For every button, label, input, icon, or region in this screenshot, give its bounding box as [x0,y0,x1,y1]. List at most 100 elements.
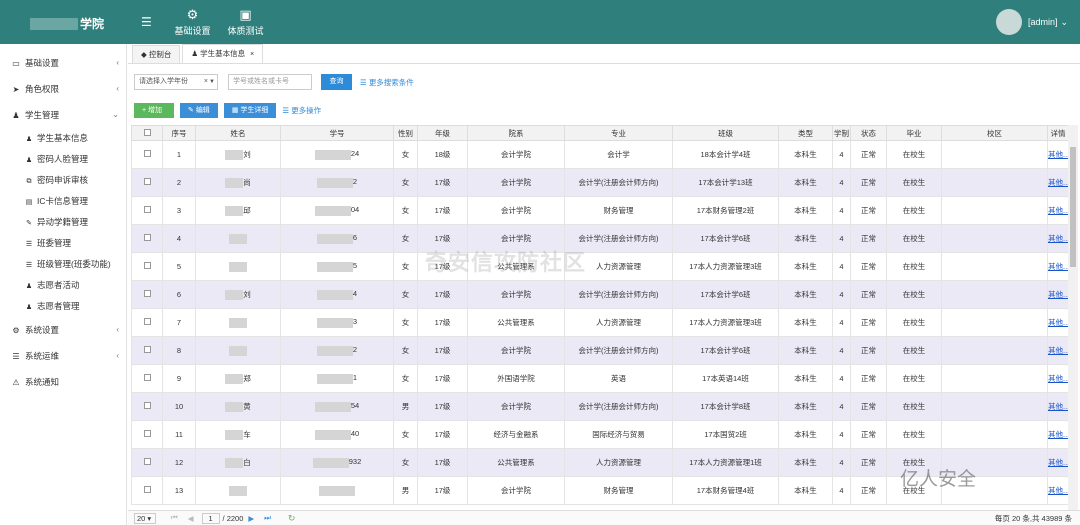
column-header[interactable]: 学号 [280,125,394,141]
column-header[interactable]: 班级 [672,125,779,141]
sidebar-item-basic-settings[interactable]: ▭ 基础设置 ‹ [0,50,126,76]
sidebar-item-student-mgmt[interactable]: ♟ 学生管理 ⌄ [0,102,126,128]
detail-link[interactable]: 其他... [1049,374,1068,383]
row-checkbox[interactable] [131,168,163,197]
cell-detail[interactable]: 其他... [1047,224,1069,253]
row-checkbox[interactable] [131,392,163,421]
cell-detail[interactable]: 其他... [1047,196,1069,225]
detail-link[interactable]: 其他... [1049,430,1068,439]
detail-link[interactable]: 其他... [1049,178,1068,187]
scrollbar-thumb[interactable] [1070,147,1076,267]
cell-detail[interactable]: 其他... [1047,448,1069,477]
clear-icon[interactable]: × [204,75,208,89]
table-row[interactable]: 12 白 932 女 17级 公共管理系 人力资源管理 17本人力资源管理1班 本科生 4 正常 在校… [131,448,1069,477]
detail-link[interactable]: 其他... [1049,402,1068,411]
close-icon[interactable]: × [250,51,254,58]
table-row[interactable]: 2 尚 2 女 17级 会计学院 会计学(注册会计师方向) 17本会计学13班 本科生 4 正常 在校… [131,168,1069,197]
cell-detail[interactable]: 其他... [1047,280,1069,309]
last-page-icon[interactable]: ⏭ [264,513,271,523]
sidebar-item-roles[interactable]: ➤ 角色权限 ‹ [0,76,126,102]
table-row[interactable]: 11 车 40 女 17级 经济与金融系 国际经济与贸易 17本国贸2班 本科生 4 正常 在校生 其他… [131,420,1069,449]
column-header[interactable]: 院系 [467,125,565,141]
cell-detail[interactable]: 其他... [1047,336,1069,365]
table-row[interactable]: 1 刘 24 女 18级 会计学院 会计学 18本会计学4班 本科生 4 正常 在校生 其他... [131,140,1069,169]
page-size-select[interactable]: 20 ▾ [134,512,156,524]
detail-link[interactable]: 其他... [1049,150,1068,159]
more-search-link[interactable]: ☰ 更多搜索条件 [360,77,414,88]
cell-detail[interactable]: 其他... [1047,392,1069,421]
sidebar-item-system-settings[interactable]: ⚙ 系统设置 ‹ [0,317,126,343]
sidebar-sub-class-committee[interactable]: ☰ 班委管理 [0,233,126,254]
cell-detail[interactable]: 其他... [1047,252,1069,281]
column-header[interactable]: 姓名 [195,125,281,141]
sidebar-item-system-ops[interactable]: ☰ 系统运维 ‹ [0,343,126,369]
page-input[interactable]: 1 [201,512,220,524]
sidebar-sub-ic-card[interactable]: ▤ IC卡信息管理 [0,191,126,212]
sidebar-sub-password-face[interactable]: ♟ 密码人脸管理 [0,149,126,170]
cell-detail[interactable]: 其他... [1047,140,1069,169]
sidebar-sub-student-info[interactable]: ♟ 学生基本信息 [0,128,126,149]
table-row[interactable]: 13 男 17级 会计学院 财务管理 17本财务管理4班 本科生 4 正常 在校生 其他... [131,476,1069,505]
nav-basic-settings[interactable]: ⚙ 基础设置 [166,8,219,37]
table-row[interactable]: 9 郑 1 女 17级 外国语学院 英语 17本英语14班 本科生 4 正常 在校生 其他... [131,364,1069,393]
refresh-icon[interactable]: ↻ [288,513,296,524]
add-button[interactable]: + 增加 [134,103,174,118]
row-checkbox[interactable] [131,364,163,393]
column-header[interactable]: 毕业 [886,125,942,141]
row-checkbox[interactable] [131,280,163,309]
table-row[interactable]: 7 3 女 17级 公共管理系 人力资源管理 17本人力资源管理3班 本科生 4 正常 在校生 其他.… [131,308,1069,337]
column-header[interactable]: 类型 [778,125,833,141]
nav-fitness-test[interactable]: ▣ 体质测试 [219,8,272,37]
table-row[interactable]: 8 2 女 17级 会计学院 会计学(注册会计师方向) 17本会计学6班 本科生 4 正常 在校生 其… [131,336,1069,365]
detail-link[interactable]: 其他... [1049,290,1068,299]
cell-detail[interactable]: 其他... [1047,420,1069,449]
table-row[interactable]: 10 黄 54 男 17级 会计学院 会计学(注册会计师方向) 17本会计学8班 本科生 4 正常 在… [131,392,1069,421]
detail-link[interactable]: 其他... [1049,234,1068,243]
column-header[interactable]: 年级 [417,125,468,141]
sidebar-sub-status-change[interactable]: ✎ 异动学籍管理 [0,212,126,233]
table-row[interactable]: 5 5 女 17级 公共管理系 人力资源管理 17本人力资源管理3班 本科生 4 正常 在校生 其他.… [131,252,1069,281]
column-header[interactable]: 性别 [393,125,418,141]
tab-dashboard[interactable]: ◆ 控制台 [132,45,181,63]
detail-link[interactable]: 其他... [1049,346,1068,355]
row-checkbox[interactable] [131,224,163,253]
user-menu[interactable]: [admin] ⌄ [995,9,1068,35]
column-header[interactable]: 状态 [850,125,887,141]
more-ops-link[interactable]: ☰ 更多操作 [282,105,321,116]
row-checkbox[interactable] [131,140,163,169]
row-checkbox[interactable] [131,336,163,365]
table-row[interactable]: 4 6 女 17级 会计学院 会计学(注册会计师方向) 17本会计学6班 本科生 4 正常 在校生 其… [131,224,1069,253]
tab-student-info[interactable]: ♟ 学生基本信息 × [182,44,264,63]
scrollbar[interactable] [1068,125,1078,510]
row-checkbox[interactable] [131,476,163,505]
detail-link[interactable]: 其他... [1049,458,1068,467]
menu-icon[interactable]: ☰ [141,15,152,29]
detail-link[interactable]: 其他... [1049,318,1068,327]
cell-detail[interactable]: 其他... [1047,476,1069,505]
sidebar-sub-volunteer-mgmt[interactable]: ♟ 志愿者管理 [0,296,126,317]
row-checkbox[interactable] [131,448,163,477]
column-header[interactable]: 学制 [832,125,851,141]
table-row[interactable]: 3 邱 04 女 17级 会计学院 财务管理 17本财务管理2班 本科生 4 正常 在校生 其他... [131,196,1069,225]
year-select[interactable]: 请选择入学年份 × ▼ [134,74,218,90]
detail-button[interactable]: ▦ 学生详细 [223,103,277,118]
query-button[interactable]: 查询 [321,74,352,90]
table-row[interactable]: 6 刘 4 女 17级 会计学院 会计学(注册会计师方向) 17本会计学6班 本科生 4 正常 在校生… [131,280,1069,309]
edit-button[interactable]: ✎ 编辑 [180,103,218,118]
row-checkbox[interactable] [131,420,163,449]
detail-link[interactable]: 其他... [1049,262,1068,271]
select-all-checkbox[interactable] [131,125,163,141]
row-checkbox[interactable] [131,252,163,281]
column-header[interactable]: 专业 [564,125,673,141]
cell-detail[interactable]: 其他... [1047,364,1069,393]
cell-detail[interactable]: 其他... [1047,308,1069,337]
column-header[interactable]: 序号 [162,125,196,141]
next-page-icon[interactable]: ▶ [248,514,254,523]
search-input[interactable]: 学号或姓名或卡号 [228,74,312,90]
sidebar-sub-class-mgmt[interactable]: ☰ 班级管理(班委功能) [0,254,126,275]
sidebar-sub-password-appeal[interactable]: ⧉ 密码申诉审核 [0,170,126,191]
sidebar-item-system-notify[interactable]: ⚠ 系统通知 [0,369,126,395]
prev-page-icon[interactable]: ◀ [188,514,194,523]
sidebar-sub-volunteer-activity[interactable]: ♟ 志愿者活动 [0,275,126,296]
column-header[interactable]: 详情 [1047,125,1069,141]
